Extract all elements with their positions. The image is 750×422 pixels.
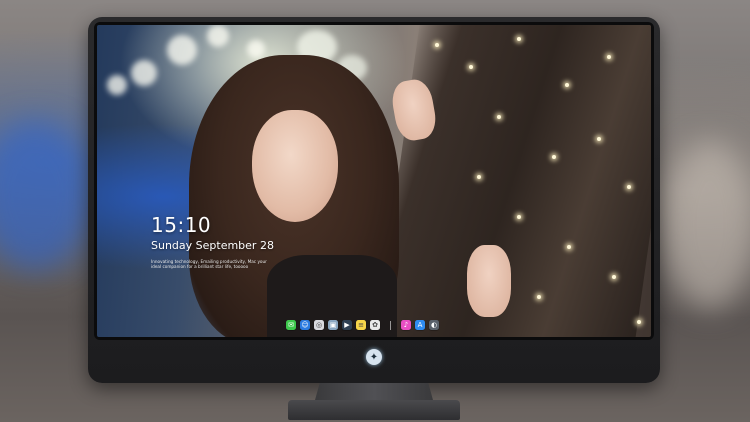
dock: ✉ ☺ ◎ ▣ ▶ ≡ ✿ ♪ A ◐	[286, 318, 439, 332]
lock-tagline: Innovating technology, Emailing producti…	[151, 259, 267, 270]
image-capture-icon[interactable]: ◐	[429, 320, 439, 330]
monitor-stand-base	[288, 400, 460, 420]
string-light	[552, 155, 556, 159]
wallpaper-bokeh	[131, 60, 157, 86]
string-light	[612, 275, 616, 279]
wallpaper-face	[252, 110, 338, 222]
clock-time: 15:10	[151, 213, 212, 237]
string-light	[565, 83, 569, 87]
string-light	[607, 55, 611, 59]
brand-logo-icon: ✦	[366, 349, 382, 365]
background-blur-right	[665, 140, 750, 310]
string-light	[537, 295, 541, 299]
background-blur-left	[0, 120, 90, 270]
wallpaper-tree-trunk	[373, 25, 651, 337]
final-cut-icon[interactable]: ▶	[342, 320, 352, 330]
finder-icon[interactable]: ☺	[300, 320, 310, 330]
wallpaper-hand	[467, 245, 511, 317]
monitor-stand-neck	[315, 383, 433, 400]
wallpaper-bokeh	[167, 35, 197, 65]
dock-separator	[390, 320, 391, 330]
string-light	[567, 245, 571, 249]
string-light	[469, 65, 473, 69]
wallpaper-bokeh	[107, 75, 127, 95]
clock-date: Sunday September 28	[151, 239, 274, 252]
notes-icon[interactable]: ≡	[356, 320, 366, 330]
string-light	[435, 43, 439, 47]
string-light	[477, 175, 481, 179]
app-store-icon[interactable]: A	[415, 320, 425, 330]
photos-icon[interactable]: ✿	[370, 320, 380, 330]
string-light	[517, 37, 521, 41]
messages-icon[interactable]: ✉	[286, 320, 296, 330]
wallpaper-bokeh	[207, 25, 229, 47]
itunes-icon[interactable]: ♪	[401, 320, 411, 330]
string-light	[497, 115, 501, 119]
string-light	[627, 185, 631, 189]
safari-icon[interactable]: ◎	[314, 320, 324, 330]
string-light	[597, 137, 601, 141]
preview-icon[interactable]: ▣	[328, 320, 338, 330]
wallpaper-bokeh	[247, 40, 265, 58]
string-light	[517, 215, 521, 219]
desktop-screen: 15:10 Sunday September 28 Innovating tec…	[97, 25, 651, 337]
string-light	[637, 320, 641, 324]
